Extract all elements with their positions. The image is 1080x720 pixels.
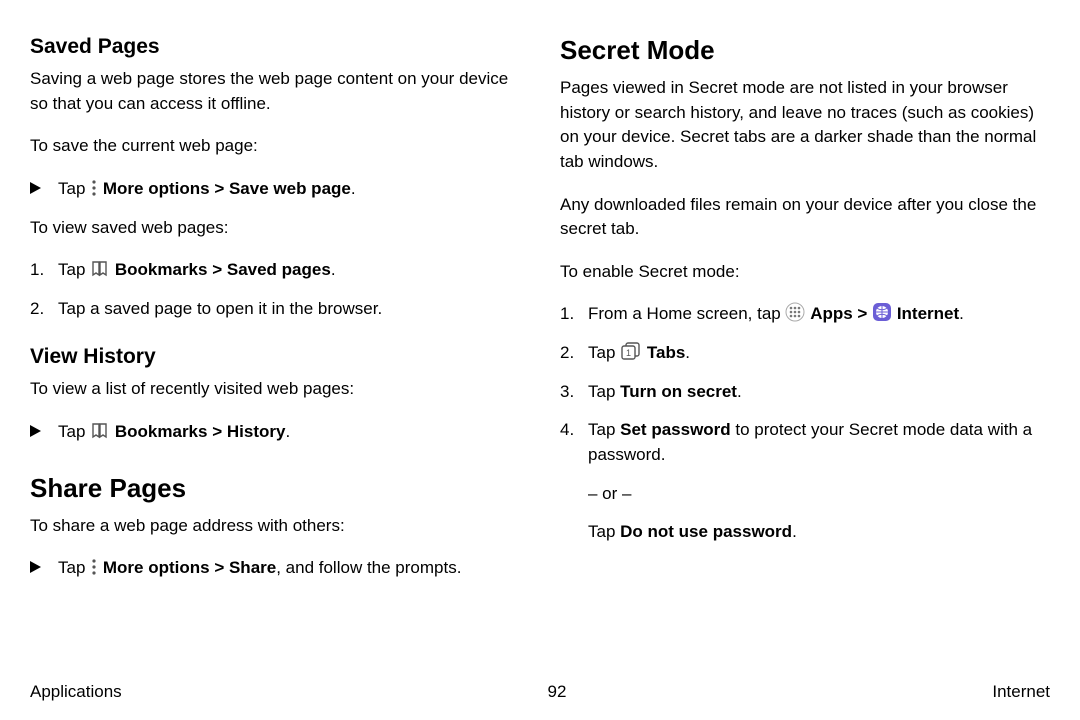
history-label: History [227, 422, 286, 441]
step-save-webpage: Tap More options > Save web page. [30, 177, 520, 202]
share-label: Share [229, 558, 276, 577]
step-view-saved-2: 2. Tap a saved page to open it in the br… [30, 297, 520, 322]
svg-text:1: 1 [626, 348, 631, 358]
secret-step-4: 4. Tap Set password to protect your Secr… [560, 418, 1050, 467]
apps-label: Apps [810, 304, 853, 323]
footer-left: Applications [30, 682, 122, 702]
desc-saved-pages: Saving a web page stores the web page co… [30, 67, 520, 116]
heading-saved-pages: Saved Pages [30, 35, 520, 59]
text: . [792, 522, 797, 541]
triangle-bullet-icon [30, 420, 58, 445]
step-number: 2. [30, 297, 58, 322]
left-column: Saved Pages Saving a web page stores the… [30, 35, 520, 595]
step-view-saved-1: 1. Tap Bookmarks > Saved pages. [30, 258, 520, 283]
desc-view-history: To view a list of recently visited web p… [30, 377, 520, 402]
tabs-icon: 1 [620, 341, 642, 361]
label-to-enable: To enable Secret mode: [560, 260, 1050, 285]
chevron: > [210, 558, 229, 577]
chevron: > [207, 422, 226, 441]
secret-step-1: 1. From a Home screen, tap Apps > Intern… [560, 302, 1050, 327]
chevron: > [210, 179, 229, 198]
desc-secret-2: Any downloaded files remain on your devi… [560, 193, 1050, 242]
text: Tap [588, 522, 620, 541]
do-not-use-password-line: Tap Do not use password. [588, 520, 1050, 545]
apps-icon [785, 302, 805, 322]
triangle-bullet-icon [30, 556, 58, 581]
text: Tap [58, 422, 90, 441]
internet-icon [872, 302, 892, 322]
bookmarks-label: Bookmarks [115, 260, 208, 279]
internet-label: Internet [897, 304, 959, 323]
step-number: 2. [560, 341, 588, 366]
text: Tap [58, 260, 90, 279]
bookmarks-label: Bookmarks [115, 422, 208, 441]
more-options-label: More options [103, 558, 210, 577]
more-options-icon [90, 179, 98, 197]
more-options-label: More options [103, 179, 210, 198]
text: Tap [588, 343, 620, 362]
save-web-page-label: Save web page [229, 179, 351, 198]
text: Tap [588, 382, 620, 401]
step-number: 1. [560, 302, 588, 327]
bookmarks-icon [90, 260, 110, 278]
text: . [737, 382, 742, 401]
desc-secret-1: Pages viewed in Secret mode are not list… [560, 76, 1050, 175]
heading-view-history: View History [30, 345, 520, 369]
tabs-label: Tabs [647, 343, 685, 362]
chevron: > [853, 304, 872, 323]
heading-secret-mode: Secret Mode [560, 35, 1050, 66]
do-not-use-password-label: Do not use password [620, 522, 792, 541]
text: . [959, 304, 964, 323]
text: Tap [588, 420, 620, 439]
step-share: Tap More options > Share, and follow the… [30, 556, 520, 581]
label-to-view-saved: To view saved web pages: [30, 216, 520, 241]
step-number: 3. [560, 380, 588, 405]
text: . [331, 260, 336, 279]
or-divider: – or – [588, 482, 1050, 507]
saved-pages-label: Saved pages [227, 260, 331, 279]
text: . [351, 179, 356, 198]
footer-right: Internet [992, 682, 1050, 702]
footer-page-number: 92 [548, 682, 567, 702]
triangle-bullet-icon [30, 177, 58, 202]
right-column: Secret Mode Pages viewed in Secret mode … [560, 35, 1050, 595]
step-history: Tap Bookmarks > History. [30, 420, 520, 445]
step-number: 4. [560, 418, 588, 443]
bookmarks-icon [90, 422, 110, 440]
desc-share-pages: To share a web page address with others: [30, 514, 520, 539]
turn-on-secret-label: Turn on secret [620, 382, 737, 401]
text: Tap [58, 179, 90, 198]
chevron: > [207, 260, 226, 279]
step-number: 1. [30, 258, 58, 283]
text: , and follow the prompts. [276, 558, 461, 577]
secret-step-2: 2. Tap 1 Tabs. [560, 341, 1050, 366]
text: . [685, 343, 690, 362]
page-footer: Applications 92 Internet [30, 682, 1050, 702]
secret-step-3: 3. Tap Turn on secret. [560, 380, 1050, 405]
set-password-label: Set password [620, 420, 731, 439]
text: Tap [58, 558, 90, 577]
more-options-icon [90, 558, 98, 576]
label-to-save: To save the current web page: [30, 134, 520, 159]
text: From a Home screen, tap [588, 304, 785, 323]
heading-share-pages: Share Pages [30, 473, 520, 504]
text: . [285, 422, 290, 441]
step-text: Tap a saved page to open it in the brows… [58, 297, 520, 322]
